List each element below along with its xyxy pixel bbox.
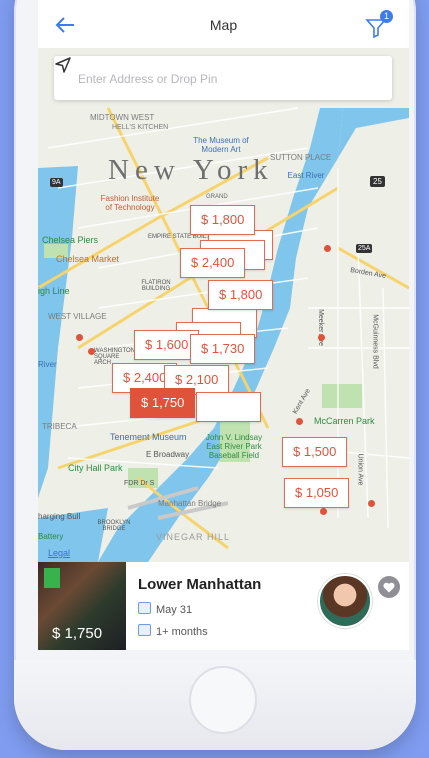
map-label-flatiron: FLATIRON BUILDING — [141, 280, 171, 292]
favorite-button[interactable] — [378, 576, 400, 598]
location-arrow-icon[interactable] — [54, 56, 72, 74]
listing-price: $ 1,750 — [52, 625, 103, 642]
listing-duration: 1+ months — [156, 626, 208, 638]
map-label-chelsea-piers: Chelsea Piers — [42, 235, 99, 245]
photo-tag-icon — [44, 568, 60, 588]
map-label-charging-bull: harging Bull — [38, 512, 81, 521]
host-avatar[interactable] — [318, 574, 372, 628]
map-marker-dot[interactable] — [318, 334, 325, 341]
map-label-brooklyn-bridge: BROOKLYN BRIDGE — [97, 520, 131, 532]
map-label-mcguinness-blvd: McGuinness Blvd — [371, 314, 379, 369]
map-label-tribeca: TRIBECA — [42, 422, 77, 431]
map-label-river: River — [38, 360, 57, 369]
price-pin[interactable]: $ 2,400 — [180, 248, 246, 278]
route-25a-shield: 25A — [356, 244, 373, 253]
map-marker-dot[interactable] — [368, 500, 375, 507]
price-pin[interactable]: $ 1,500 — [282, 437, 348, 467]
map-label-union-ave: Union Ave — [356, 453, 364, 486]
map-label-fdr-drive: FDR Dr S — [124, 480, 155, 487]
map-label-manhattan-bridge: Manhattan Bridge — [158, 499, 222, 508]
map-label-chelsea-market: Chelsea Market — [56, 254, 120, 264]
address-search-input[interactable] — [54, 56, 370, 102]
map-marker-dot[interactable] — [320, 508, 327, 515]
map-label-city-hall-park: City Hall Park — [68, 463, 123, 473]
map-label-tenement-museum: Tenement Museum — [110, 432, 187, 442]
map-label-mccarren-park: McCarren Park — [314, 416, 375, 426]
map-marker-dot[interactable] — [76, 334, 83, 341]
map-marker-dot[interactable] — [88, 348, 95, 355]
route-9a-shield: 9A — [50, 178, 63, 187]
listing-title: Lower Manhattan — [138, 576, 262, 593]
map-label-moma: The Museum of Modern Art — [193, 136, 249, 154]
listing-date-row: May 31 — [138, 602, 192, 616]
listing-photo: $ 1,750 — [38, 562, 126, 650]
map-label-sutton-place: SUTTON PLACE — [270, 153, 332, 162]
map-label-e-broadway: E Broadway — [146, 450, 190, 459]
map-label-john-lindsay-park: John V. Lindsay East River Park Baseball… — [205, 433, 263, 460]
map-label-west-village: WEST VILLAGE — [48, 312, 107, 321]
map-label-new-york: New York — [108, 154, 274, 186]
map-marker-dot[interactable] — [296, 418, 303, 425]
address-search-bar — [54, 56, 392, 102]
map-legal-link[interactable]: Legal — [48, 548, 70, 558]
price-pin-stack: $ 0,000 — [196, 392, 262, 422]
listing-card[interactable]: $ 1,750 Lower Manhattan May 31 1+ months — [38, 562, 409, 650]
app-screen: Map 1 Enter Address or Drop Pin MIDTOWN … — [38, 0, 409, 650]
home-button[interactable] — [189, 666, 257, 734]
map-marker-dot[interactable] — [324, 245, 331, 252]
price-pin-selected[interactable]: $ 1,750 — [130, 388, 196, 418]
map-label-grand: GRAND — [206, 194, 228, 200]
top-bar: Map 1 — [38, 0, 409, 49]
filter-button[interactable]: 1 — [365, 10, 393, 39]
page-title: Map — [209, 17, 238, 33]
price-pin[interactable]: $ 1,800 — [208, 280, 274, 310]
route-25-shield: 25 — [370, 176, 385, 187]
map-label-east-river: East River — [287, 171, 325, 180]
duration-icon — [138, 624, 151, 636]
price-pin[interactable]: $ 1,050 — [284, 478, 350, 508]
price-pin[interactable]: $ 1,800 — [190, 205, 256, 235]
listing-duration-row: 1+ months — [138, 624, 208, 638]
map-label-high-line: igh Line — [38, 286, 70, 296]
map-view[interactable]: MIDTOWN WEST HELL'S KITCHEN The Museum o… — [38, 48, 409, 562]
filter-count-badge: 1 — [380, 10, 393, 23]
map-label-hells-kitchen: HELL'S KITCHEN — [112, 124, 169, 131]
calendar-icon — [138, 602, 151, 614]
price-pin[interactable]: $ 1,730 — [190, 334, 256, 364]
map-label-battery: Battery — [38, 532, 64, 541]
map-label-midtown-west: MIDTOWN WEST — [90, 113, 155, 122]
map-label-fashion-institute: Fashion Institute of Technology — [100, 194, 160, 212]
heart-icon — [383, 582, 395, 593]
listing-date: May 31 — [156, 604, 193, 616]
map-label-vinegar-hill: VINEGAR HILL — [156, 532, 231, 542]
